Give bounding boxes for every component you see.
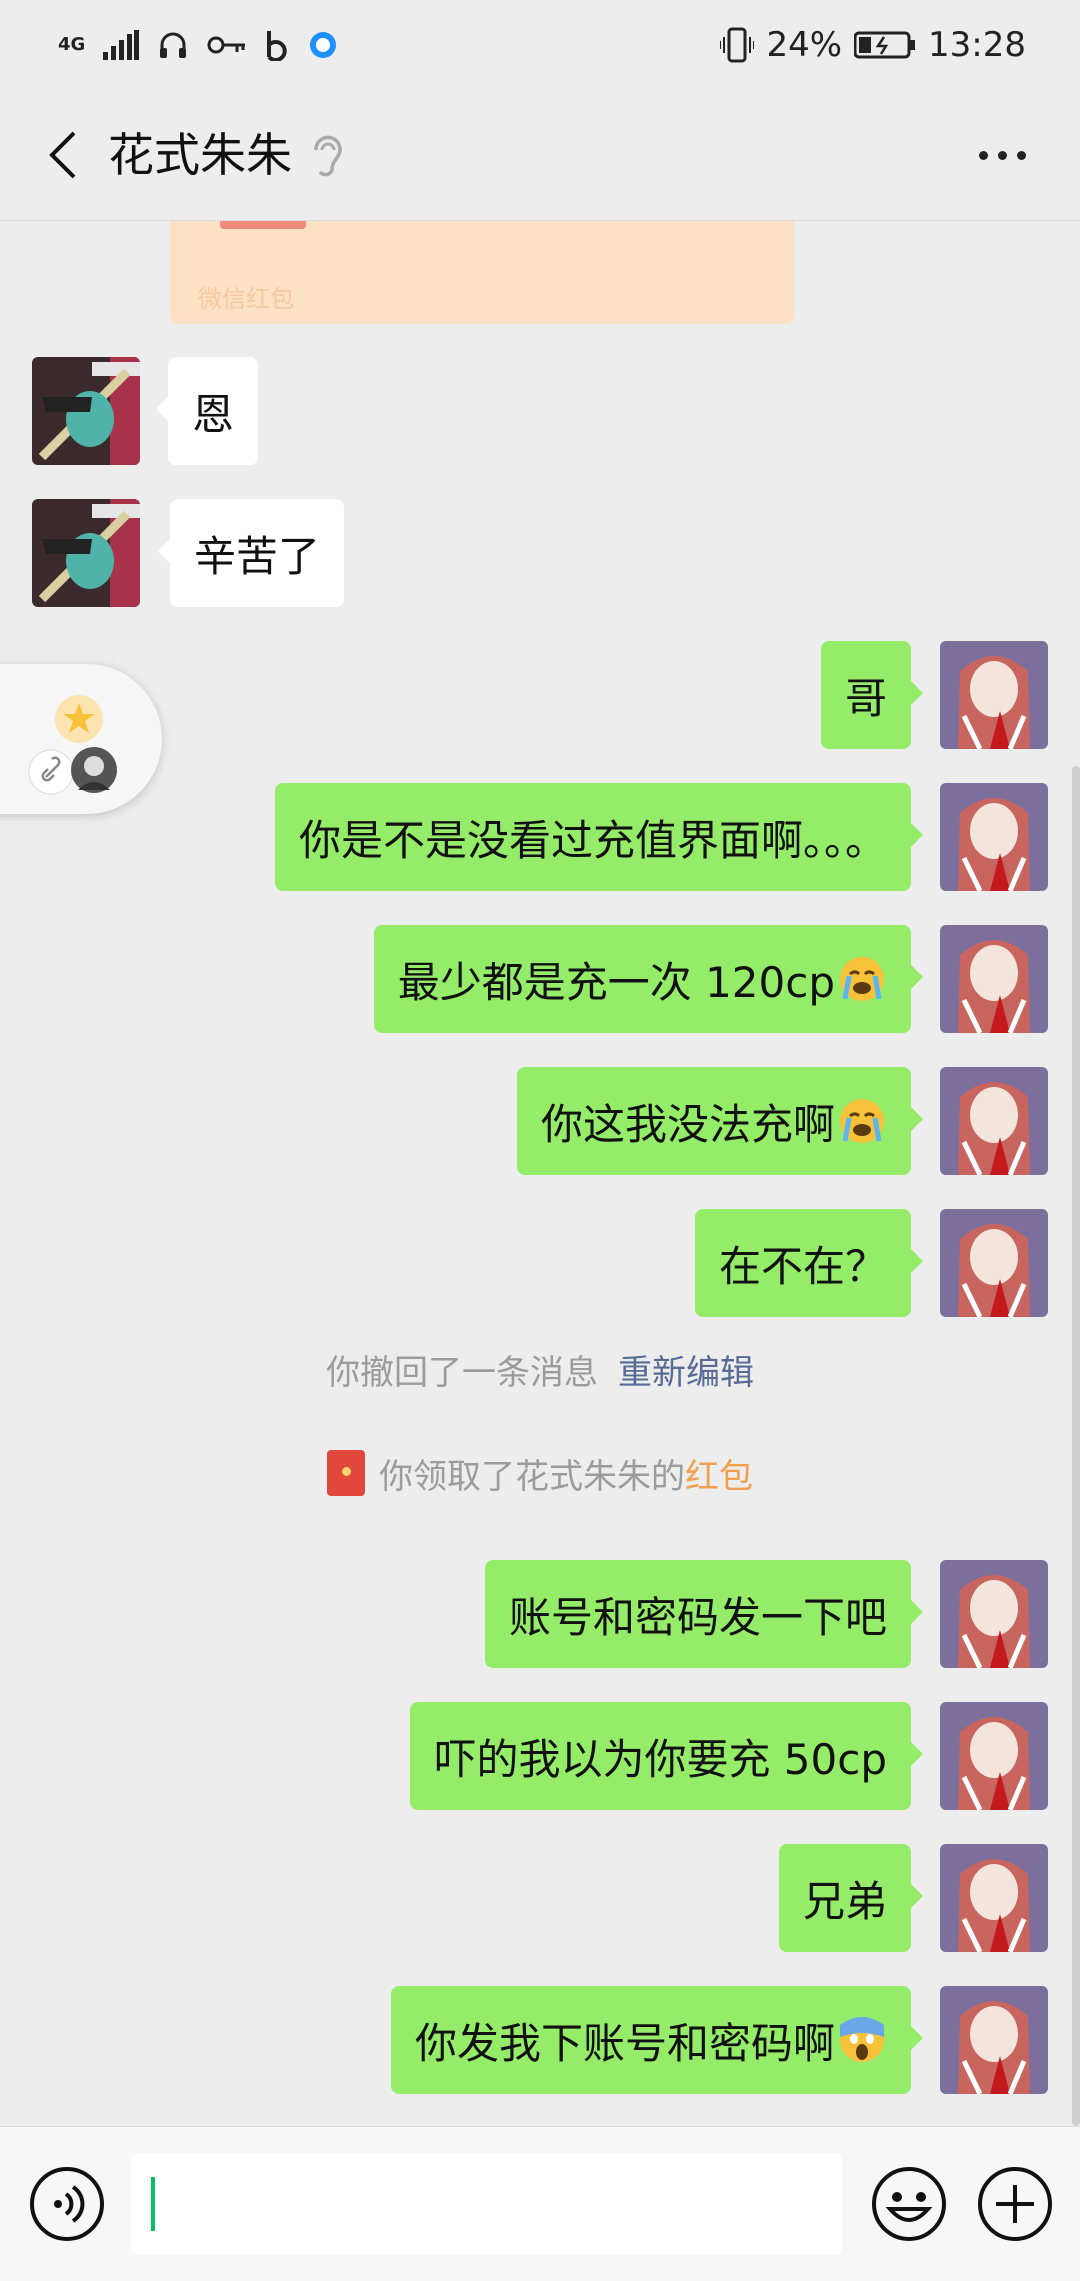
screaming-face-icon <box>840 2017 884 2062</box>
message-text: 吓的我以为你要充 50cp <box>434 1734 887 1784</box>
message-text: 在不在？ <box>718 1241 887 1291</box>
message-text: 你是不是没看过充值界面啊。。。 <box>298 815 887 865</box>
message-bubble-outgoing[interactable]: 你这我没法充啊 <box>516 1067 924 1175</box>
message-bubble-outgoing[interactable]: 哥 <box>820 641 924 749</box>
message-bubble-incoming[interactable]: 恩 <box>155 357 259 465</box>
vibrate-icon <box>720 27 755 63</box>
message-text: 哥 <box>844 673 887 723</box>
chevron-left-icon <box>49 131 76 179</box>
message-bubble-outgoing[interactable]: 你发我下账号和密码啊 <box>390 1986 924 2094</box>
my-avatar[interactable] <box>940 1844 1048 1952</box>
system-message-red-packet: 你领取了花式朱朱的 红包 <box>0 1443 1080 1503</box>
message-input[interactable] <box>131 2153 842 2255</box>
clock: 13:28 <box>928 25 1026 65</box>
message-text: 兄弟 <box>802 1876 887 1926</box>
message-bubble-incoming[interactable]: 辛苦了 <box>157 499 345 607</box>
emoji-icon[interactable] <box>870 2165 948 2243</box>
message-text: 恩 <box>192 389 235 439</box>
contact-avatar[interactable] <box>32 499 140 607</box>
red-packet-received-text: 你领取了花式朱朱的 <box>379 1456 685 1497</box>
more-dot <box>997 150 1007 160</box>
my-avatar[interactable] <box>940 1560 1048 1668</box>
more-dot <box>1016 150 1026 160</box>
my-avatar[interactable] <box>940 1067 1048 1175</box>
app-circle-icon <box>310 32 337 58</box>
my-avatar-image <box>940 1067 1048 1175</box>
my-avatar-image <box>940 925 1048 1033</box>
app-b-icon <box>267 31 288 61</box>
floating-avatar <box>71 747 117 793</box>
my-avatar[interactable] <box>940 783 1048 891</box>
battery-icon <box>854 31 916 59</box>
my-avatar-image <box>940 1560 1048 1668</box>
chat-scrollbar[interactable] <box>1072 766 1080 2126</box>
my-avatar-image <box>940 1702 1048 1810</box>
back-button[interactable] <box>28 120 98 190</box>
star-icon <box>55 695 103 743</box>
more-button[interactable] <box>962 120 1042 190</box>
chat-header: 花式朱朱 <box>0 90 1080 221</box>
my-avatar-image <box>940 1209 1048 1317</box>
my-avatar-image <box>940 783 1048 891</box>
text-caret <box>151 2177 155 2231</box>
earpiece-mode-icon <box>314 135 342 177</box>
message-bubble-outgoing[interactable]: 你是不是没看过充值界面啊。。。 <box>274 783 924 891</box>
loudly-crying-face-icon <box>840 1099 884 1143</box>
contact-avatar-image <box>32 357 140 465</box>
contact-avatar[interactable] <box>32 357 140 465</box>
message-text: 你发我下账号和密码啊 <box>414 2018 835 2068</box>
message-bubble-outgoing[interactable]: 吓的我以为你要充 50cp <box>410 1702 923 1810</box>
link-icon <box>28 749 74 795</box>
contact-avatar-image <box>32 499 140 607</box>
loudly-crying-face-icon <box>840 957 884 1001</box>
network-type: 4G <box>58 34 86 55</box>
recall-text: 你撤回了一条消息 <box>326 1352 598 1393</box>
my-avatar[interactable] <box>940 1986 1048 2094</box>
message-text: 最少都是充一次 120cp <box>397 957 835 1007</box>
my-avatar[interactable] <box>940 1702 1048 1810</box>
my-avatar[interactable] <box>940 1209 1048 1317</box>
signal-icon <box>103 30 140 60</box>
message-bubble-outgoing[interactable]: 兄弟 <box>778 1844 924 1952</box>
floating-window-widget[interactable] <box>0 664 162 814</box>
my-avatar-image <box>940 1986 1048 2094</box>
my-avatar[interactable] <box>940 641 1048 749</box>
message-text: 辛苦了 <box>194 531 321 581</box>
red-packet-label: 微信红包 <box>198 285 294 313</box>
message-bubble-outgoing[interactable]: 在不在？ <box>694 1209 924 1317</box>
red-packet-bar <box>220 221 306 229</box>
my-avatar[interactable] <box>940 925 1048 1033</box>
more-dot <box>978 150 988 160</box>
chat-title: 花式朱朱 <box>108 128 292 182</box>
message-bubble-outgoing[interactable]: 最少都是充一次 120cp <box>373 925 924 1033</box>
headphones-icon <box>160 32 187 58</box>
message-text: 你这我没法充啊 <box>540 1099 835 1149</box>
red-packet-card[interactable]: 微信红包 <box>170 221 794 324</box>
battery-percent: 24% <box>766 25 843 65</box>
red-packet-icon <box>327 1450 365 1496</box>
message-text: 账号和密码发一下吧 <box>508 1592 887 1642</box>
re-edit-link[interactable]: 重新编辑 <box>618 1345 754 1394</box>
chat-area[interactable]: 微信红包 恩 辛苦了 哥 你是不是没看过充值界面啊。。。 最少都是充一次 120… <box>0 221 1080 2126</box>
message-bubble-outgoing[interactable]: 账号和密码发一下吧 <box>484 1560 924 1668</box>
my-avatar-image <box>940 1844 1048 1952</box>
voice-input-icon[interactable] <box>28 2165 106 2243</box>
red-packet-link[interactable]: 红包 <box>685 1449 753 1498</box>
add-more-icon[interactable] <box>976 2165 1054 2243</box>
status-bar: 4G 24% 13:28 <box>0 0 1080 90</box>
key-icon <box>207 36 246 54</box>
system-message-recall: 你撤回了一条消息 重新编辑 <box>0 1339 1080 1399</box>
input-bar <box>0 2126 1080 2281</box>
my-avatar-image <box>940 641 1048 749</box>
